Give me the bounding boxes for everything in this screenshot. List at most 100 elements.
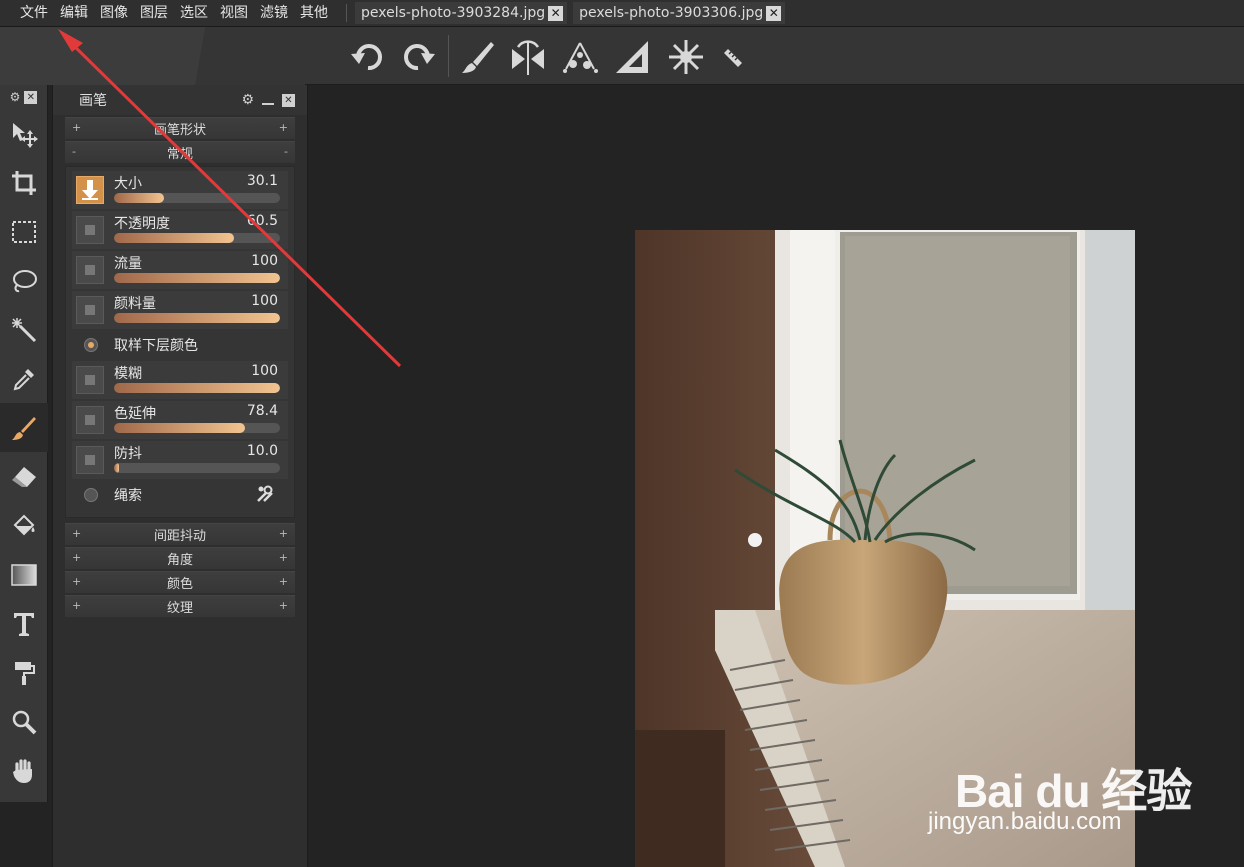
pressure-toggle[interactable] bbox=[76, 296, 104, 324]
arrow-down-icon bbox=[82, 180, 98, 200]
marquee-icon bbox=[12, 220, 36, 243]
minimize-icon[interactable] bbox=[262, 103, 274, 105]
brush-icon bbox=[12, 416, 36, 440]
sample-layer-below-option[interactable]: 取样下层颜色 bbox=[72, 331, 288, 359]
marquee-tool[interactable] bbox=[0, 207, 48, 256]
prop-flow[interactable]: 流量 100 bbox=[72, 251, 288, 289]
close-icon[interactable]: ✕ bbox=[548, 5, 564, 21]
gear-icon[interactable]: ⚙ bbox=[241, 92, 254, 108]
slider-fill bbox=[114, 193, 164, 203]
section-brush-shape[interactable]: + 画笔形状 + bbox=[65, 117, 295, 139]
paint-bucket-tool[interactable] bbox=[0, 501, 48, 550]
slider-track[interactable] bbox=[114, 383, 280, 393]
pressure-toggle[interactable] bbox=[76, 446, 104, 474]
prop-label: 色延伸 bbox=[114, 406, 156, 422]
snowflake-icon[interactable] bbox=[666, 37, 706, 77]
prop-size[interactable]: 大小 30.1 bbox=[72, 171, 288, 209]
section-texture[interactable]: + 纹理 + bbox=[65, 595, 295, 617]
move-tool[interactable] bbox=[0, 109, 48, 158]
slider-track[interactable] bbox=[114, 193, 280, 203]
section-general[interactable]: - 常规 - bbox=[65, 141, 295, 163]
menu-select[interactable]: 选区 bbox=[174, 0, 214, 27]
close-icon[interactable]: ✕ bbox=[282, 93, 295, 107]
prop-blur[interactable]: 模糊 100 bbox=[72, 361, 288, 399]
menu-more[interactable]: 其他 bbox=[294, 0, 334, 27]
crop-tool[interactable] bbox=[0, 158, 48, 207]
zoom-icon bbox=[12, 710, 37, 734]
scatter-icon[interactable] bbox=[560, 37, 600, 77]
document-tab-2[interactable]: pexels-photo-3903306.jpg ✕ bbox=[573, 2, 786, 24]
slider-track[interactable] bbox=[114, 233, 280, 243]
redo-icon[interactable] bbox=[398, 37, 438, 77]
menu-layer[interactable]: 图层 bbox=[134, 0, 174, 27]
tab-label: pexels-photo-3903306.jpg bbox=[579, 5, 764, 21]
menu-edit[interactable]: 编辑 bbox=[54, 0, 94, 27]
slider-track[interactable] bbox=[114, 313, 280, 323]
tools-panel-header: ⚙ ✕ bbox=[0, 85, 47, 109]
slider-track[interactable] bbox=[114, 423, 280, 433]
brush-icon[interactable] bbox=[458, 37, 498, 77]
menu-filter[interactable]: 滤镜 bbox=[254, 0, 294, 27]
eyedropper-tool[interactable] bbox=[0, 354, 48, 403]
pressure-toggle[interactable] bbox=[76, 406, 104, 434]
slider-track[interactable] bbox=[114, 463, 280, 473]
prop-paint-amount[interactable]: 颜料量 100 bbox=[72, 291, 288, 329]
panel-header-controls: ⚙ ✕ bbox=[241, 92, 295, 108]
ruler-icon[interactable] bbox=[712, 37, 752, 77]
menu-divider bbox=[346, 4, 347, 22]
hand-tool[interactable] bbox=[0, 746, 48, 795]
hand-icon bbox=[13, 758, 32, 783]
close-icon[interactable]: ✕ bbox=[24, 90, 38, 104]
prop-label: 不透明度 bbox=[114, 216, 170, 232]
collapse-icon: - bbox=[72, 145, 76, 158]
paint-roller-tool[interactable] bbox=[0, 648, 48, 697]
gear-icon[interactable]: ⚙ bbox=[10, 90, 21, 104]
prop-opacity[interactable]: 不透明度 60.5 bbox=[72, 211, 288, 249]
section-spacing-jitter[interactable]: + 间距抖动 + bbox=[65, 523, 295, 545]
magic-wand-tool[interactable] bbox=[0, 305, 48, 354]
ruler-triangle-icon[interactable] bbox=[612, 37, 652, 77]
prop-color-stretch[interactable]: 色延伸 78.4 bbox=[72, 401, 288, 439]
move-icon bbox=[13, 122, 38, 148]
undo-icon[interactable] bbox=[348, 37, 388, 77]
expand-icon: + bbox=[278, 527, 288, 540]
pressure-toggle[interactable] bbox=[76, 366, 104, 394]
gradient-icon bbox=[11, 563, 37, 586]
pressure-toggle[interactable] bbox=[76, 176, 104, 204]
expand-icon: + bbox=[72, 121, 82, 134]
gradient-tool[interactable] bbox=[0, 550, 48, 599]
radio-button[interactable] bbox=[84, 338, 98, 352]
document-tab-1[interactable]: pexels-photo-3903284.jpg ✕ bbox=[355, 2, 568, 24]
slider-track[interactable] bbox=[114, 273, 280, 283]
canvas-workspace[interactable] bbox=[309, 85, 1244, 867]
menu-file[interactable]: 文件 bbox=[14, 0, 54, 27]
close-icon[interactable]: ✕ bbox=[766, 5, 782, 21]
radio-button[interactable] bbox=[84, 488, 98, 502]
wrench-icon[interactable] bbox=[256, 485, 274, 507]
symmetry-icon[interactable] bbox=[508, 37, 548, 77]
slider-fill bbox=[114, 463, 119, 473]
text-tool[interactable] bbox=[0, 599, 48, 648]
zoom-tool[interactable] bbox=[0, 697, 48, 746]
brush-tool[interactable] bbox=[0, 403, 48, 452]
lasso-option[interactable]: 绳索 bbox=[72, 481, 288, 509]
radio-label: 绳索 bbox=[114, 488, 142, 504]
section-color[interactable]: + 颜色 + bbox=[65, 571, 295, 593]
lasso-icon bbox=[13, 269, 37, 292]
lasso-tool[interactable] bbox=[0, 256, 48, 305]
pressure-toggle[interactable] bbox=[76, 256, 104, 284]
expand-icon: + bbox=[278, 121, 288, 134]
menu-image[interactable]: 图像 bbox=[94, 0, 134, 27]
expand-icon: + bbox=[72, 575, 82, 588]
pressure-toggle[interactable] bbox=[76, 216, 104, 244]
text-icon bbox=[14, 612, 34, 636]
toolbar-shade bbox=[0, 27, 305, 85]
eraser-tool[interactable] bbox=[0, 452, 48, 501]
panel-title: 画笔 bbox=[79, 93, 107, 109]
expand-icon: + bbox=[278, 551, 288, 564]
menu-view[interactable]: 视图 bbox=[214, 0, 254, 27]
prop-value: 10.0 bbox=[246, 443, 278, 459]
prop-stabilizer[interactable]: 防抖 10.0 bbox=[72, 441, 288, 479]
section-angle[interactable]: + 角度 + bbox=[65, 547, 295, 569]
paint-bucket-icon bbox=[13, 514, 35, 535]
